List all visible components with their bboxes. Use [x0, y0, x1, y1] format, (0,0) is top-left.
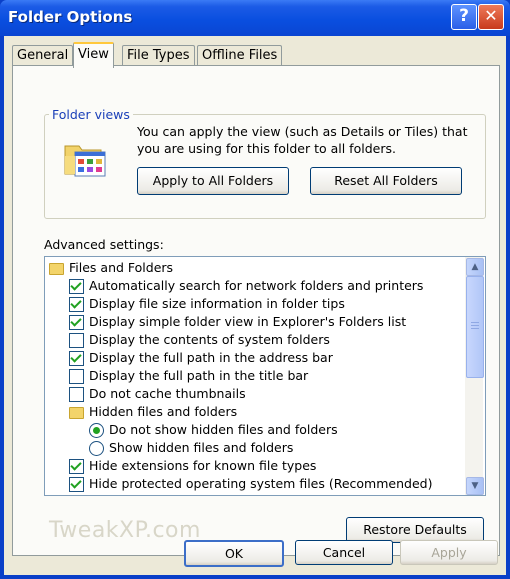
thumb-grip: [471, 328, 479, 329]
view-tab-panel: Folder views You can apply the view (suc…: [12, 65, 500, 556]
folder-views-icon: [64, 145, 106, 177]
list-item-label: Hidden files and folders: [89, 404, 238, 419]
vertical-scrollbar[interactable]: ▲ ▼: [465, 257, 484, 495]
checkbox[interactable]: [69, 369, 84, 384]
list-item-label: Display the full path in the title bar: [89, 368, 309, 383]
list-item-label: Do not show hidden files and folders: [109, 422, 338, 437]
folder-icon: [69, 407, 84, 419]
scroll-down-button[interactable]: ▼: [466, 477, 484, 495]
checkbox[interactable]: [69, 279, 84, 294]
cancel-button[interactable]: Cancel: [295, 540, 393, 565]
help-button[interactable]: ?: [451, 4, 477, 30]
list-item-label: Hide protected operating system files (R…: [89, 476, 433, 491]
dialog-body: General View File Types Offline Files Fo…: [4, 36, 506, 575]
thumb-grip: [471, 322, 479, 323]
folder-icon: [49, 263, 64, 275]
window-title: Folder Options: [8, 8, 133, 26]
apply-button[interactable]: Apply: [400, 540, 498, 565]
radio-button[interactable]: [89, 423, 104, 438]
reset-all-folders-button[interactable]: Reset All Folders: [310, 167, 462, 195]
folder-views-description: You can apply the view (such as Details …: [137, 124, 468, 156]
list-item-label: Display the contents of system folders: [89, 332, 330, 347]
scroll-thumb[interactable]: [466, 276, 484, 378]
close-button[interactable]: ✕: [478, 4, 504, 30]
checkbox[interactable]: [69, 333, 84, 348]
checkbox[interactable]: [69, 351, 84, 366]
title-bar[interactable]: Folder Options ? ✕: [0, 0, 510, 36]
tab-file-types[interactable]: File Types: [122, 45, 195, 66]
checkbox[interactable]: [69, 459, 84, 474]
folder-options-window: Folder Options ? ✕ General View File Typ…: [0, 0, 510, 579]
advanced-settings-list[interactable]: Files and Folders Automatically search fo…: [44, 256, 486, 496]
list-item-label: Automatically search for network folders…: [89, 278, 424, 293]
list-item-label: Display the full path in the address bar: [89, 350, 333, 365]
apply-to-all-folders-button[interactable]: Apply to All Folders: [137, 167, 289, 195]
list-item-label: Show hidden files and folders: [109, 440, 294, 455]
tab-view[interactable]: View: [73, 42, 114, 68]
tab-offline-files[interactable]: Offline Files: [197, 45, 283, 66]
list-item-label: Do not cache thumbnails: [89, 386, 246, 401]
list-item-label: Display simple folder view in Explorer's…: [89, 314, 407, 329]
folder-views-legend: Folder views: [49, 107, 133, 122]
tab-general[interactable]: General: [12, 45, 74, 66]
checkbox[interactable]: [69, 315, 84, 330]
help-icon: ?: [459, 6, 469, 26]
checkbox[interactable]: [69, 297, 84, 312]
ok-button[interactable]: OK: [184, 540, 284, 567]
watermark-text: TweakXP.com: [49, 518, 201, 543]
radio-button[interactable]: [89, 441, 104, 456]
scroll-up-button[interactable]: ▲: [466, 258, 484, 276]
list-item-label: Files and Folders: [69, 260, 174, 275]
thumb-grip: [471, 325, 479, 326]
checkbox[interactable]: [69, 477, 84, 492]
list-item-label: Hide extensions for known file types: [89, 458, 317, 473]
checkbox[interactable]: [69, 387, 84, 402]
close-icon: ✕: [484, 6, 498, 25]
list-item-label: Display file size information in folder …: [89, 296, 345, 311]
advanced-settings-label: Advanced settings:: [44, 237, 164, 252]
